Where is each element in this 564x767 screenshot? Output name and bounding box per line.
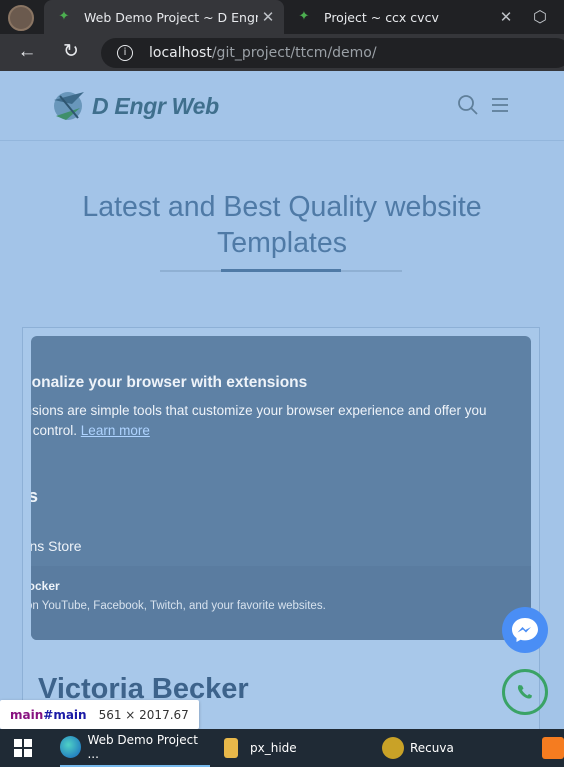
site-header: D Engr Web xyxy=(0,71,564,141)
site-favicon-icon: ✦ xyxy=(58,9,70,24)
tab-title: Project ~ ccx cvcv xyxy=(324,9,439,25)
taskbar-recuva-window[interactable]: Recuva xyxy=(382,729,454,767)
windows-logo-icon xyxy=(14,739,32,757)
popup-description: ensions are simple tools that customize … xyxy=(31,403,487,418)
hero-title-line2: Templates xyxy=(217,227,347,259)
messenger-button[interactable] xyxy=(502,607,548,653)
url-path: /git_project/ttcm/demo/ xyxy=(211,45,377,61)
element-size: 561 × 2017.67 xyxy=(98,707,189,722)
extension-description: s on YouTube, Facebook, Twitch, and your… xyxy=(31,600,326,612)
element-tag: main xyxy=(10,707,44,722)
url-host: localhost xyxy=(149,45,212,61)
logo-mark-icon xyxy=(54,92,84,120)
taskbar-item-label: Recuva xyxy=(410,741,454,755)
site-logo[interactable]: D Engr Web xyxy=(50,86,219,126)
popup-title: rsonalize your browser with extensions xyxy=(31,374,308,391)
browser-tab-strip: ✦ Web Demo Project ~ D Engr We ✕ ✦ Proje… xyxy=(0,0,564,34)
taskbar-item-label: Web Demo Project ... xyxy=(87,733,198,761)
title-divider-accent xyxy=(221,269,341,272)
site-info-icon[interactable]: i xyxy=(117,45,133,61)
address-bar[interactable]: i localhost/git_project/ttcm/demo/ xyxy=(101,38,564,68)
taskbar-item-label: px_hide xyxy=(250,741,297,755)
popup-section-heading: ns xyxy=(31,486,39,506)
start-button[interactable] xyxy=(14,729,32,767)
reload-icon[interactable]: ↻ xyxy=(59,41,83,65)
hero-title: Latest and Best Quality website Template… xyxy=(0,189,564,261)
close-tab-icon[interactable]: ✕ xyxy=(258,8,278,26)
windows-taskbar: Web Demo Project ... px_hide Recuva xyxy=(0,729,564,767)
element-id: #main xyxy=(43,707,87,722)
taskbar-folder-window[interactable]: px_hide xyxy=(224,729,297,767)
logo-text: D Engr Web xyxy=(92,92,219,119)
popup-desc-text: re control. xyxy=(31,423,78,438)
devtools-element-badge: main #main 561 × 2017.67 xyxy=(0,700,199,729)
search-icon[interactable] xyxy=(456,93,480,117)
taskbar-xampp-icon[interactable] xyxy=(542,729,564,767)
edge-browser-icon xyxy=(60,736,82,758)
page-viewport: D Engr Web Latest and Best Quality websi… xyxy=(0,71,564,729)
whatsapp-icon xyxy=(517,685,532,699)
taskbar-edge-window[interactable]: Web Demo Project ... xyxy=(60,729,210,767)
menu-icon[interactable] xyxy=(488,93,512,117)
learn-more-link[interactable]: Learn more xyxy=(81,423,150,438)
extension-name: blocker xyxy=(31,579,60,593)
messenger-icon xyxy=(512,618,538,642)
hero-title-line1: Latest and Best Quality website xyxy=(82,191,482,223)
whatsapp-button[interactable] xyxy=(502,669,548,715)
recuva-app-icon xyxy=(382,737,404,759)
site-favicon-icon: ✦ xyxy=(298,9,310,24)
folder-icon xyxy=(224,738,238,758)
extensions-popup: rsonalize your browser with extensions e… xyxy=(31,336,531,640)
browser-toolbar: ← ↻ i localhost/git_project/ttcm/demo/ xyxy=(0,34,564,71)
tab-title: Web Demo Project ~ D Engr We xyxy=(84,9,258,25)
popup-description-line2: re control. Learn more xyxy=(31,421,150,441)
close-tab-icon[interactable]: ✕ xyxy=(496,8,516,26)
extensions-icon[interactable]: ⬡ xyxy=(530,7,550,27)
tab-web-demo-project[interactable]: ✦ Web Demo Project ~ D Engr We ✕ xyxy=(44,0,284,34)
addons-store-link[interactable]: -ons Store xyxy=(31,538,82,554)
tab-project[interactable]: ✦ Project ~ ccx cvcv ✕ xyxy=(288,0,522,34)
profile-avatar[interactable] xyxy=(8,5,34,31)
xampp-icon xyxy=(542,737,564,759)
back-arrow-icon[interactable]: ← xyxy=(15,41,39,65)
